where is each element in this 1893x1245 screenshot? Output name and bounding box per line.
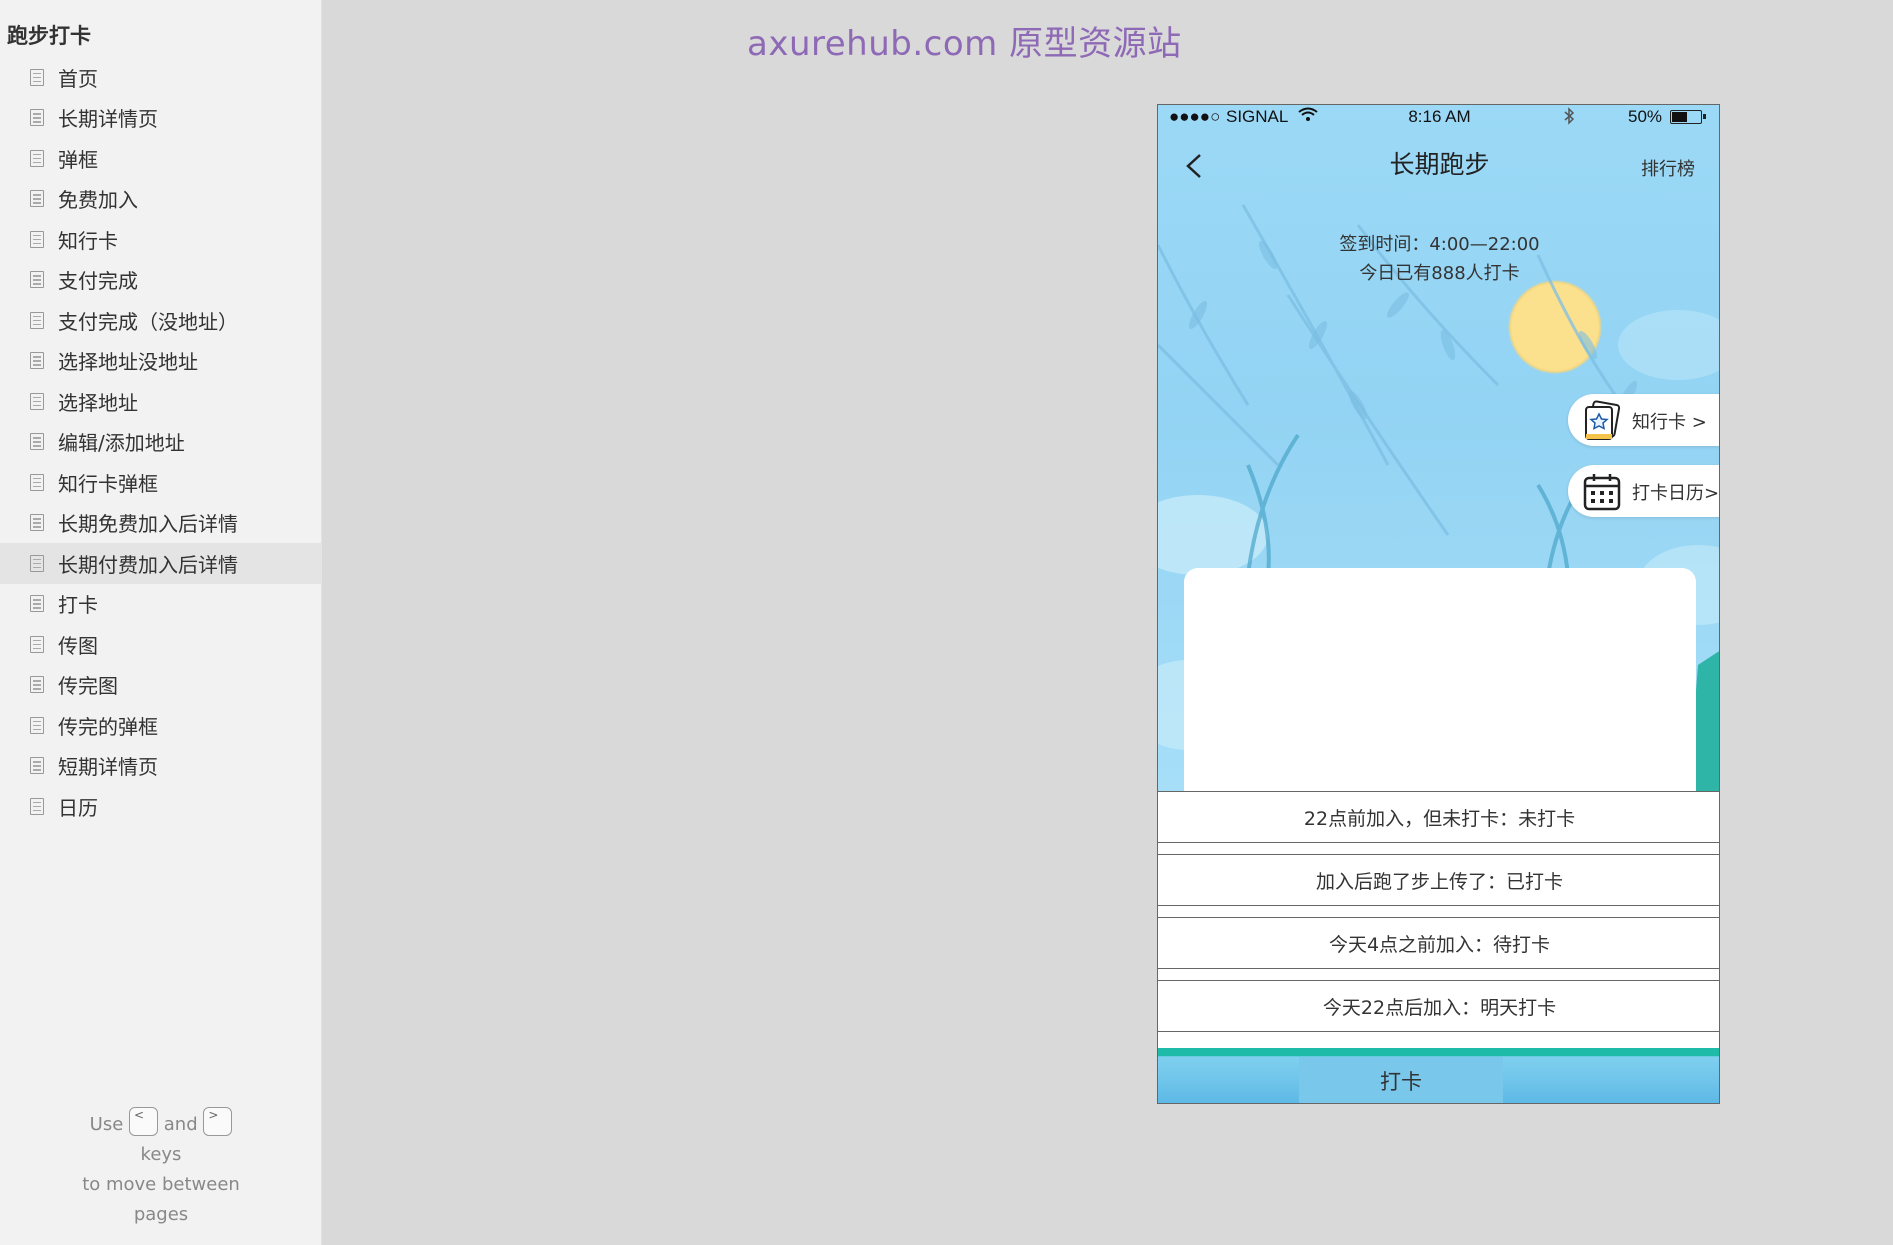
- sidebar-item-label: 传完图: [58, 674, 118, 699]
- state-not-checked-button[interactable]: 22点前加入，但未打卡：未打卡: [1158, 791, 1719, 843]
- page-list: 首页 长期详情页 弹框 免费加入 知行卡 支付完成 支付完成（没地址） 选择地址…: [0, 57, 322, 827]
- calendar-entry-label: 打卡日历>: [1632, 483, 1720, 504]
- page-icon: [30, 797, 44, 815]
- sidebar-item-label: 打卡: [58, 593, 98, 618]
- sidebar-item-label: 弹框: [58, 147, 98, 172]
- sidebar-item-home[interactable]: 首页: [0, 57, 322, 98]
- sidebar-item-label: 传完的弹框: [58, 714, 158, 739]
- page-icon: [30, 595, 44, 613]
- next-key-icon: >: [203, 1106, 233, 1136]
- checkin-time: 签到时间：4:00—22:00: [1339, 234, 1540, 255]
- page-title: 长期跑步: [1389, 150, 1490, 179]
- hint-pages: pages: [133, 1204, 189, 1225]
- sidebar-item-long-paid-detail[interactable]: 长期付费加入后详情: [0, 543, 322, 584]
- sidebar-item-label: 长期付费加入后详情: [58, 552, 238, 577]
- page-icon: [30, 635, 44, 653]
- sidebar-item-label: 选择地址: [58, 390, 138, 415]
- sidebar-item-label: 支付完成: [58, 269, 138, 294]
- page-icon: [30, 554, 44, 572]
- calendar-icon: [1583, 474, 1621, 511]
- sidebar-title: 跑步打卡: [7, 24, 91, 48]
- sidebar-item-short-detail[interactable]: 短期详情页: [0, 746, 322, 787]
- sidebar-item-long-free-detail[interactable]: 长期免费加入后详情: [0, 503, 322, 544]
- card-entry-label: 知行卡 >: [1632, 412, 1707, 433]
- sidebar-item-edit-address[interactable]: 编辑/添加地址: [0, 422, 322, 463]
- state-tomorrow-button[interactable]: 今天22点后加入：明天打卡: [1158, 980, 1719, 1032]
- page-icon: [30, 271, 44, 289]
- prev-key-icon: <: [129, 1106, 159, 1136]
- sidebar-item-label: 知行卡弹框: [58, 471, 158, 496]
- page-icon: [30, 149, 44, 167]
- sidebar-item-select-address[interactable]: 选择地址: [0, 381, 322, 422]
- checkin-count: 今日已有888人打卡: [1359, 263, 1520, 284]
- page-icon: [30, 433, 44, 451]
- sidebar-item-dialog[interactable]: 弹框: [0, 138, 322, 179]
- sidebar-item-long-detail[interactable]: 长期详情页: [0, 98, 322, 139]
- sidebar-item-label: 长期详情页: [58, 107, 158, 132]
- sidebar-item-card-dialog[interactable]: 知行卡弹框: [0, 462, 322, 503]
- state-checked-button[interactable]: 加入后跑了步上传了：已打卡: [1158, 854, 1719, 906]
- sidebar-item-label: 长期免费加入后详情: [58, 512, 238, 537]
- sidebar-item-label: 首页: [58, 66, 98, 91]
- sidebar-item-card[interactable]: 知行卡: [0, 219, 322, 260]
- sidebar-item-calendar[interactable]: 日历: [0, 786, 322, 827]
- sidebar-item-uploaded-dialog[interactable]: 传完的弹框: [0, 705, 322, 746]
- hint-move: to move between: [82, 1174, 240, 1195]
- sidebar-item-upload[interactable]: 传图: [0, 624, 322, 665]
- page-icon: [30, 676, 44, 694]
- sidebar-item-label: 免费加入: [58, 188, 138, 213]
- sidebar-item-label: 短期详情页: [58, 755, 158, 780]
- watermark: axurehub.com 原型资源站: [747, 24, 1182, 64]
- sidebar-item-label: 选择地址没地址: [58, 350, 198, 375]
- sidebar-item-label: 支付完成（没地址）: [58, 309, 238, 334]
- page-icon: [30, 230, 44, 248]
- sidebar-item-payment-done-no-address[interactable]: 支付完成（没地址）: [0, 300, 322, 341]
- sidebar-item-checkin[interactable]: 打卡: [0, 584, 322, 625]
- sidebar-item-label: 传图: [58, 633, 98, 658]
- calendar-entry-button[interactable]: 打卡日历>: [1568, 465, 1720, 517]
- keyboard-hint: Use < and > keys to move between pages: [0, 1106, 322, 1230]
- sidebar-item-label: 知行卡: [58, 228, 118, 253]
- page-icon: [30, 716, 44, 734]
- hint-keys: keys: [140, 1144, 182, 1165]
- page-icon: [30, 392, 44, 410]
- sidebar-item-select-address-empty[interactable]: 选择地址没地址: [0, 341, 322, 382]
- page-icon: [30, 68, 44, 86]
- sidebar-item-label: 日历: [58, 795, 98, 820]
- sidebar: 跑步打卡 首页 长期详情页 弹框 免费加入 知行卡 支付完成 支付完成（没地址）…: [0, 0, 322, 1245]
- checkin-button[interactable]: 打卡: [1299, 1057, 1503, 1103]
- content-card: [1184, 568, 1696, 791]
- hint-and: and: [163, 1114, 198, 1135]
- page-icon: [30, 514, 44, 532]
- sidebar-item-payment-done[interactable]: 支付完成: [0, 260, 322, 301]
- hint-use: Use: [89, 1114, 124, 1135]
- battery-icon: [1670, 110, 1706, 124]
- state-pending-button[interactable]: 今天4点之前加入：待打卡: [1158, 917, 1719, 969]
- battery-percent: 50%: [1628, 107, 1663, 126]
- star-card-icon: [1585, 400, 1621, 440]
- sidebar-item-uploaded[interactable]: 传完图: [0, 665, 322, 706]
- sidebar-item-label: 编辑/添加地址: [58, 431, 185, 456]
- bluetooth-icon: [1563, 107, 1575, 130]
- hero-banner: ●●●●○ SIGNAL 8:16 AM 50% 长期跑步 排行榜 签到时间：4…: [1158, 105, 1720, 791]
- page-icon: [30, 109, 44, 127]
- sidebar-item-free-join[interactable]: 免费加入: [0, 179, 322, 220]
- status-bar: ●●●●○ SIGNAL 8:16 AM 50%: [1158, 105, 1719, 130]
- page-icon: [30, 352, 44, 370]
- card-entry-button[interactable]: 知行卡 >: [1568, 394, 1719, 446]
- page-icon: [30, 473, 44, 491]
- page-icon: [30, 311, 44, 329]
- leaderboard-link[interactable]: 排行榜: [1641, 155, 1695, 181]
- page-icon: [30, 757, 44, 775]
- page-icon: [30, 190, 44, 208]
- phone-frame: ●●●●○ SIGNAL 8:16 AM 50% 长期跑步 排行榜 签到时间：4…: [1157, 104, 1720, 1104]
